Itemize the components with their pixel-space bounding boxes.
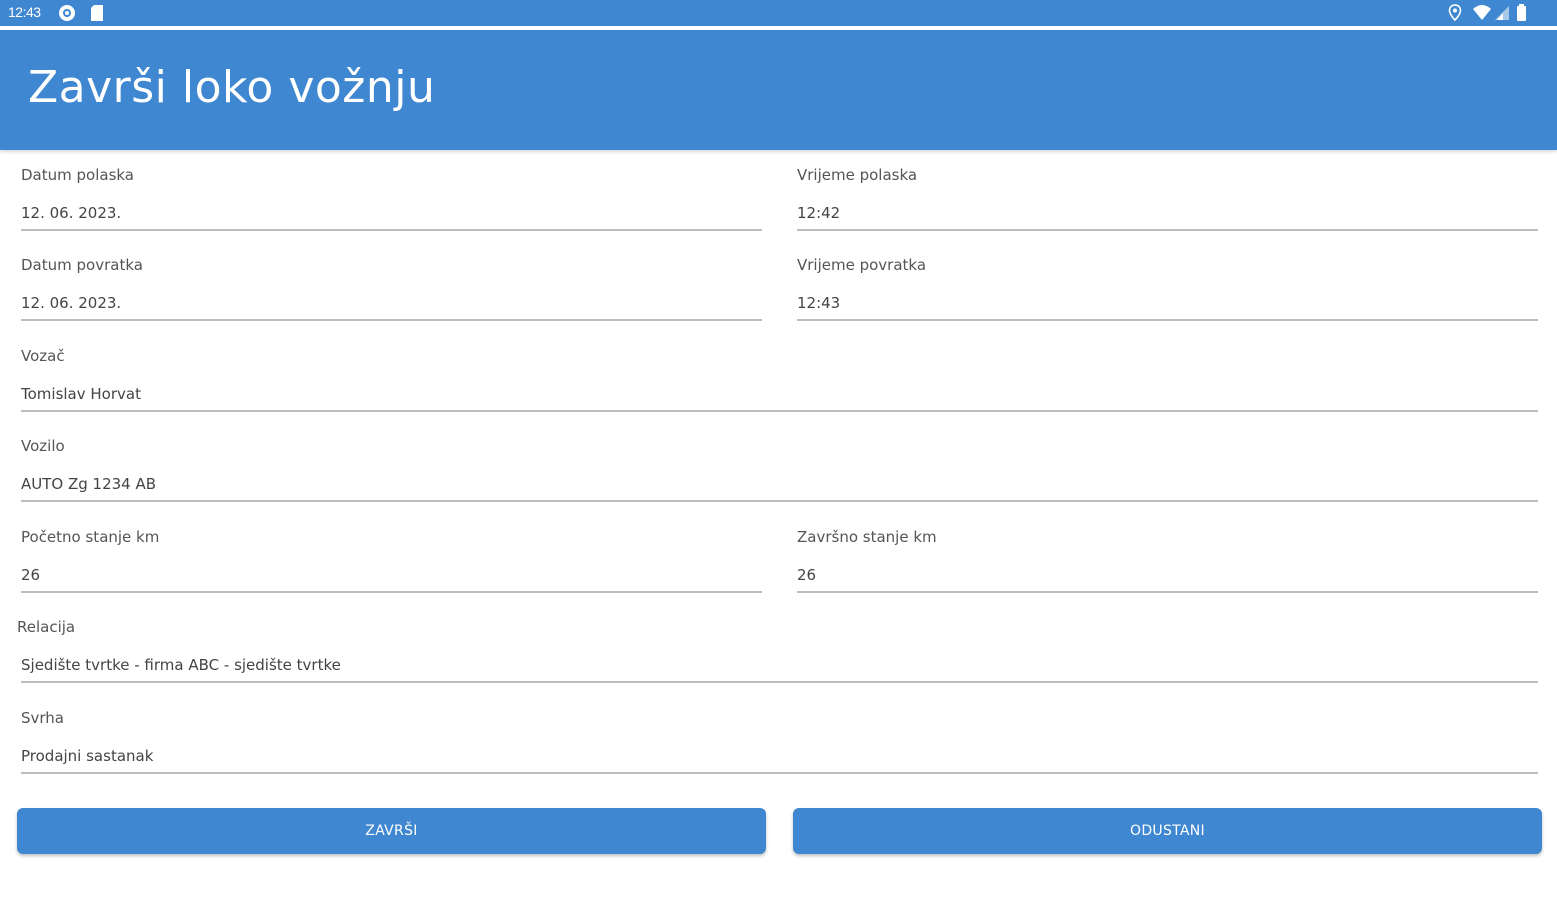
field-label: Vozač (21, 347, 65, 365)
field-label: Vozilo (21, 437, 65, 455)
field-value[interactable]: 12. 06. 2023. (21, 294, 121, 312)
app-bar: Završi loko vožnju (0, 30, 1557, 150)
field-underline (21, 229, 762, 231)
field-label: Vrijeme povratka (797, 256, 927, 274)
battery-icon (1516, 4, 1528, 26)
field-value[interactable]: Sjedište tvrtke - firma ABC - sjedište t… (21, 656, 341, 674)
field-value[interactable]: 12:43 (797, 294, 840, 312)
field-underline (21, 591, 762, 593)
field-underline (797, 591, 1538, 593)
odustani-button[interactable]: ODUSTANI (793, 808, 1542, 854)
field-label: Datum polaska (21, 166, 134, 184)
field-label: Početno stanje km (21, 528, 160, 546)
field-label: Relacija (17, 618, 76, 636)
notification-icon (58, 4, 76, 26)
field-underline (21, 410, 1538, 412)
page-title: Završi loko vožnju (28, 62, 436, 113)
field-label: Datum povratka (21, 256, 143, 274)
field-value[interactable]: Tomislav Horvat (21, 385, 141, 403)
field-value[interactable]: 12. 06. 2023. (21, 204, 121, 222)
field-value[interactable]: AUTO Zg 1234 AB (21, 475, 156, 493)
field-label: Svrha (21, 709, 65, 727)
field-underline (21, 500, 1538, 502)
sd-card-icon (90, 4, 104, 26)
field-label: Vrijeme polaska (797, 166, 918, 184)
zavrsi-button[interactable]: ZAVRŠI (17, 808, 766, 854)
location-icon (1448, 4, 1462, 26)
field-underline (21, 681, 1538, 683)
field-value[interactable]: 26 (21, 566, 40, 584)
field-label: Završno stanje km (797, 528, 937, 546)
field-underline (21, 319, 762, 321)
field-value[interactable]: Prodajni sastanak (21, 747, 153, 765)
wifi-icon (1472, 4, 1492, 26)
signal-icon (1494, 4, 1510, 26)
field-underline (797, 319, 1538, 321)
status-bar: 12:43 (0, 0, 1557, 26)
field-underline (21, 772, 1538, 774)
field-value[interactable]: 26 (797, 566, 816, 584)
field-value[interactable]: 12:42 (797, 204, 840, 222)
status-time: 12:43 (8, 4, 41, 20)
field-underline (797, 229, 1538, 231)
